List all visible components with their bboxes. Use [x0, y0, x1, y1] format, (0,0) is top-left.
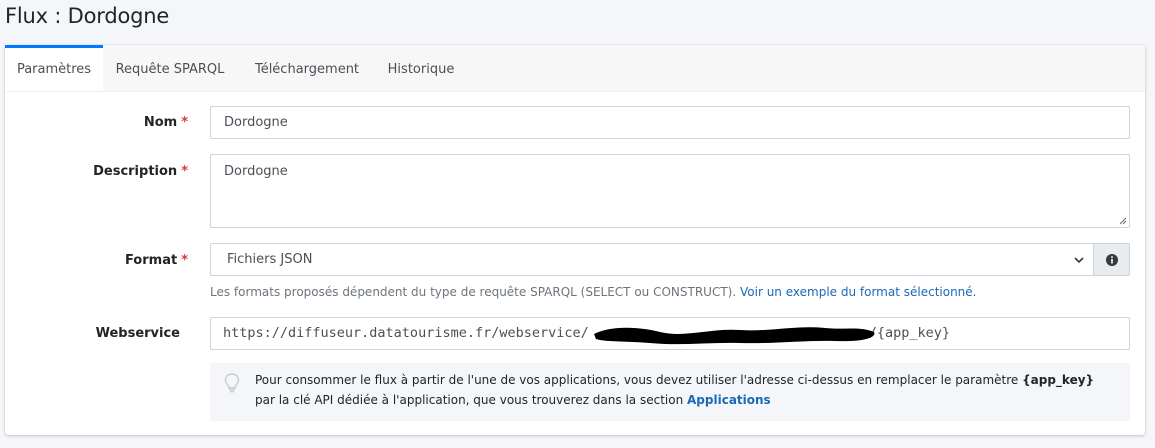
resize-handle-icon[interactable]: [1119, 217, 1127, 225]
description-label: Description *: [65, 164, 188, 179]
format-help-text-body: Les formats proposés dépendent du type d…: [210, 285, 737, 299]
redaction-scribble: [594, 327, 875, 345]
format-example-link[interactable]: Voir un exemple du format sélectionné.: [740, 285, 976, 299]
callout-text-1: Pour consommer le flux à partir de l'une…: [255, 373, 1019, 387]
required-mark: *: [181, 253, 188, 268]
chevron-down-icon: [1074, 257, 1084, 264]
format-select[interactable]: Fichiers JSON: [210, 243, 1094, 276]
callout-text-2: par la clé API dédiée à l'application, q…: [255, 392, 684, 407]
nom-label-text: Nom: [143, 115, 178, 130]
webservice-url-prefix: https://diffuseur.datatourisme.fr/webser…: [223, 325, 589, 341]
format-label-text: Format: [124, 253, 178, 268]
webservice-url-field[interactable]: https://diffuseur.datatourisme.fr/webser…: [210, 317, 1130, 350]
callout-param: {app_key}: [1022, 373, 1095, 387]
nom-input[interactable]: Dordogne: [210, 106, 1130, 139]
applications-link[interactable]: Applications: [687, 393, 771, 407]
webservice-url-suffix: /{app_key}: [868, 325, 951, 341]
format-info-button[interactable]: [1093, 243, 1130, 276]
tab-parametres[interactable]: Paramètres: [5, 45, 103, 91]
format-selected-value: Fichiers JSON: [227, 252, 313, 267]
nom-label: Nom *: [65, 115, 188, 130]
required-mark: *: [181, 115, 188, 130]
tab-telechargement[interactable]: Téléchargement: [248, 45, 366, 91]
tab-historique[interactable]: Historique: [383, 45, 459, 91]
tab-requete-sparql[interactable]: Requête SPARQL: [115, 45, 225, 91]
required-mark: *: [181, 164, 188, 179]
flux-card: Paramètres Requête SPARQL Téléchargement…: [5, 45, 1145, 435]
description-label-text: Description: [93, 164, 178, 179]
info-circle-icon: [1106, 254, 1118, 266]
format-label: Format *: [65, 253, 188, 268]
page-title: Flux : Dordogne: [5, 4, 170, 28]
description-value: Dordogne: [224, 164, 288, 179]
tab-bar: Paramètres Requête SPARQL Téléchargement…: [5, 45, 1145, 92]
webservice-label: Webservice: [95, 326, 180, 341]
webservice-callout: Pour consommer le flux à partir de l'une…: [210, 363, 1130, 421]
description-textarea[interactable]: Dordogne: [210, 154, 1130, 228]
format-help-text: Les formats proposés dépendent du type d…: [210, 285, 976, 299]
lightbulb-icon: [224, 373, 240, 393]
